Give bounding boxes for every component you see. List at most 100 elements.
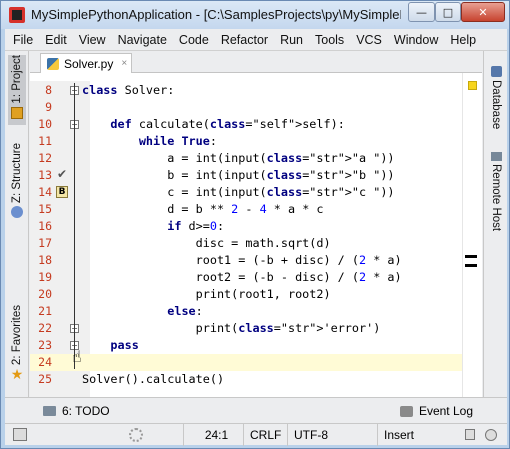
menu-tools[interactable]: Tools [309,33,350,47]
code-line[interactable]: 23− pass [30,337,482,354]
tool-tab-favorites[interactable]: 2: Favorites ★ [8,305,26,387]
code-line[interactable]: 19 root2 = (-b - disc) / (2 * a) [30,269,482,286]
code-line[interactable]: 13 ✔ b = int(input(class="str">"b ")) [30,167,482,184]
editor-panel: Solver.py × 8−class Solver:9 10− def calc… [30,51,482,397]
python-file-icon [47,57,59,70]
bottom-tool-bar: 6: TODO Event Log [5,397,507,423]
event-log-button[interactable]: Event Log [399,404,473,418]
line-number: 24 [38,355,52,369]
error-stripe-marker[interactable] [465,255,477,258]
file-tab-label: Solver.py [64,56,114,71]
code-text: if d>=0: [167,219,225,233]
tool-tab-structure[interactable]: Z: Structure [8,143,26,227]
main-area: 1: Project Z: Structure 2: Favorites ★ S… [5,51,507,397]
tool-tab-project-label: 1: Project [11,55,23,104]
menu-edit[interactable]: Edit [39,33,73,47]
line-number: 9 [45,100,52,114]
tool-tab-favorites-label: 2: Favorites [11,305,23,366]
code-text: root1 = (-b + disc) / (2 * a) [82,253,402,267]
line-number: 8 [45,83,52,97]
menu-vcs[interactable]: VCS [350,33,388,47]
line-number: 20 [38,287,52,301]
tab-close-icon[interactable]: × [121,58,127,69]
editor-tab-bar: Solver.py × [30,51,482,73]
code-text: print(class="str">'error') [82,321,381,335]
code-line[interactable]: 21 else: [30,303,482,320]
menu-view[interactable]: View [73,33,112,47]
tool-windows-toggle-icon[interactable] [13,428,27,441]
close-button[interactable]: ✕ [461,2,505,22]
code-text: root2 = (-b - disc) / (2 * a) [82,270,402,284]
code-text: else: [167,304,203,318]
menu-refactor[interactable]: Refactor [215,33,274,47]
pycharm-app-icon [9,7,25,23]
line-separator[interactable]: CRLF [243,424,287,446]
structure-icon [11,206,23,219]
remote-host-icon [490,152,502,161]
right-tool-strip: Database Remote Host [483,51,507,397]
menu-navigate[interactable]: Navigate [112,33,173,47]
editor-scrollbar[interactable] [462,73,482,397]
code-text: def calculate(class="self">self): [110,117,345,131]
line-number: 22 [38,321,52,335]
code-line[interactable]: 25 Solver().calculate() [30,371,482,388]
ide-window: MySimplePythonApplication - [C:\SamplesP… [0,0,510,449]
code-line[interactable]: 24 [30,354,482,371]
todo-tool-button[interactable]: 6: TODO [43,404,110,418]
database-icon [490,66,502,77]
line-number: 12 [38,151,52,165]
code-line[interactable]: 18 root1 = (-b + disc) / (2 * a) [30,252,482,269]
code-line[interactable]: 10− def calculate(class="self">self): [30,116,482,133]
error-stripe-marker[interactable] [465,264,477,267]
tool-tab-remote-host[interactable]: Remote Host [487,149,505,231]
line-number: 17 [38,236,52,250]
caret-position[interactable]: 24:1 [183,424,243,446]
menu-bar: File Edit View Navigate Code Refactor Ru… [5,29,507,51]
file-tab-solver[interactable]: Solver.py × [40,53,132,73]
file-encoding[interactable]: UTF-8 [287,424,377,446]
title-bar[interactable]: MySimplePythonApplication - [C:\SamplesP… [1,1,509,29]
menu-code[interactable]: Code [173,33,215,47]
code-line[interactable]: 11 while True: [30,133,482,150]
menu-help[interactable]: Help [444,33,482,47]
minimize-button[interactable]: — [408,2,435,22]
code-line[interactable]: 16 if d>=0: [30,218,482,235]
menu-run[interactable]: Run [274,33,309,47]
line-number: 11 [38,134,52,148]
code-line[interactable]: 15 d = b ** 2 - 4 * a * c [30,201,482,218]
menu-window[interactable]: Window [388,33,444,47]
code-line[interactable]: 14 B c = int(input(class="str">"c ")) [30,184,482,201]
code-text: d = b ** 2 - 4 * a * c [82,202,324,216]
code-line[interactable]: 9 [30,99,482,116]
code-text: disc = math.sqrt(d) [82,236,331,250]
checkmark-icon: ✔ [57,167,68,181]
tool-tab-database[interactable]: Database [487,63,505,129]
line-number: 10 [38,117,52,131]
status-bar: 24:1 CRLF UTF-8 Insert [5,423,507,446]
left-tool-strip: 1: Project Z: Structure 2: Favorites ★ [5,51,29,397]
maximize-button[interactable]: □ [435,2,461,22]
line-number: 21 [38,304,52,318]
code-line[interactable]: 17 disc = math.sqrt(d) [30,235,482,252]
menu-file[interactable]: File [5,33,39,47]
line-number: 14 [38,185,52,199]
tool-tab-project[interactable]: 1: Project [8,55,26,125]
inspection-status-icon[interactable] [468,81,477,90]
lock-icon[interactable] [465,429,475,440]
code-line[interactable]: 12 a = int(input(class="str">"a ")) [30,150,482,167]
line-number: 16 [38,219,52,233]
line-number: 19 [38,270,52,284]
insert-mode[interactable]: Insert [377,424,449,446]
code-line[interactable]: 8−class Solver: [30,82,482,99]
hector-inspector-icon[interactable] [485,429,497,441]
line-number: 23 [38,338,52,352]
event-log-label: Event Log [418,404,473,418]
code-line[interactable]: 22− print(class="str">'error') [30,320,482,337]
code-line[interactable]: 20 print(root1, root2) [30,286,482,303]
bookmark-icon[interactable]: B [56,186,68,198]
code-text: pass [110,338,139,352]
todo-label: 6: TODO [62,404,110,418]
tool-tab-structure-label: Z: Structure [11,143,23,204]
line-number: 25 [38,372,52,386]
line-number: 13 [38,168,52,182]
